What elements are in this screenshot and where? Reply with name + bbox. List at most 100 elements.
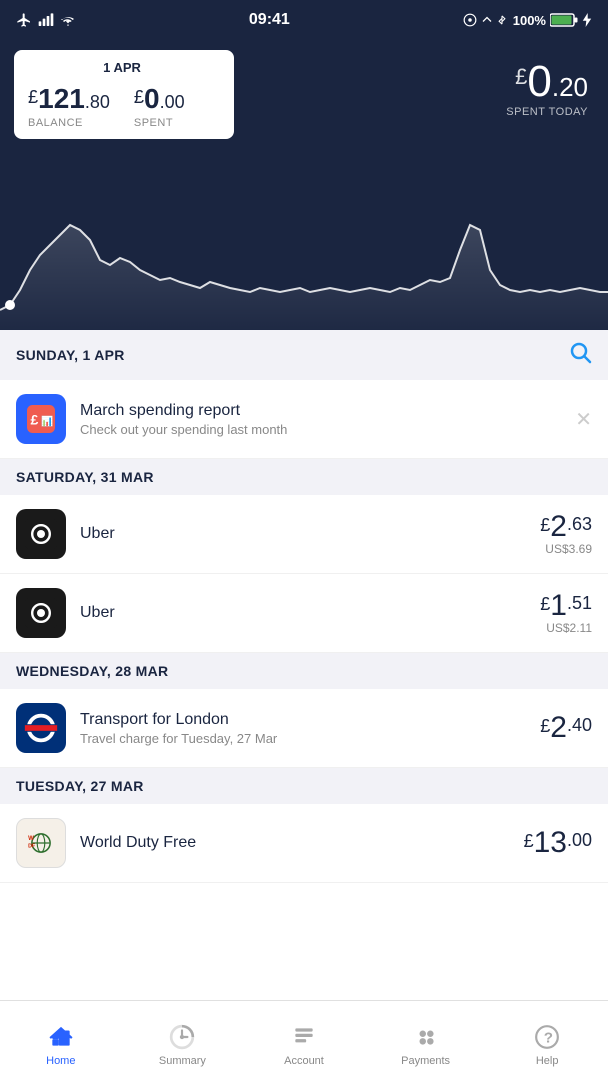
- summary-icon: [168, 1023, 196, 1051]
- summary-label: Summary: [159, 1055, 206, 1067]
- uber-2-name: Uber: [80, 604, 532, 622]
- spent-decimal: .00: [160, 92, 185, 112]
- uber-logo-2: [25, 597, 57, 629]
- svg-text:DF: DF: [28, 844, 36, 850]
- header-chart-area: 1 APR £121.80 BALANCE £0.00 SPENT £0.20 …: [0, 40, 608, 330]
- uber-icon-wrap-2: [16, 588, 66, 638]
- monzo-icon: £ 📊: [27, 405, 55, 433]
- home-label: Home: [46, 1055, 75, 1067]
- date-label-sat: SATURDAY, 31 MAR: [16, 469, 154, 485]
- payments-label: Payments: [401, 1055, 450, 1067]
- nav-item-summary[interactable]: Summary: [122, 1015, 244, 1067]
- chart-container: [0, 170, 608, 330]
- chart-dot: [5, 300, 15, 310]
- help-icon: ?: [533, 1023, 561, 1051]
- svg-text:?: ?: [544, 1029, 553, 1046]
- status-right: 100%: [463, 13, 592, 28]
- nav-item-help[interactable]: ? Help: [486, 1015, 608, 1067]
- uber-2-amount: £1.51 US$2.11: [540, 591, 592, 635]
- dismiss-button[interactable]: ✕: [575, 407, 592, 432]
- uber-logo-1: [25, 518, 57, 550]
- spending-chart: [0, 170, 608, 330]
- svg-text:📊: 📊: [41, 416, 53, 428]
- wdf-info: World Duty Free: [80, 834, 516, 852]
- wdf-logo: W DF: [22, 824, 60, 862]
- search-button[interactable]: [568, 340, 592, 370]
- nav-item-account[interactable]: Account: [243, 1015, 365, 1067]
- monzo-icon-wrap: £ 📊: [16, 394, 66, 444]
- uber-2-info: Uber: [80, 604, 532, 622]
- spent-today-decimal: .20: [552, 72, 588, 102]
- uber-1-info: Uber: [80, 525, 532, 543]
- spent-value: £0.00: [134, 83, 185, 115]
- search-icon: [568, 340, 592, 364]
- tfl-name: Transport for London: [80, 711, 532, 729]
- date-label-tue: TUESDAY, 27 MAR: [16, 778, 144, 794]
- signal-icon: [38, 12, 54, 28]
- date-header-sun-1-apr: SUNDAY, 1 APR: [0, 330, 608, 380]
- battery-icon: [550, 13, 578, 27]
- home-icon: [47, 1023, 75, 1051]
- notification-march-report[interactable]: £ 📊 March spending report Check out your…: [0, 380, 608, 459]
- spent-today-symbol: £: [515, 66, 527, 88]
- spent-block: £0.00 SPENT: [134, 83, 185, 129]
- account-label: Account: [284, 1055, 324, 1067]
- spent-today-label: SPENT TODAY: [506, 106, 588, 118]
- balance-block: £121.80 BALANCE: [28, 83, 110, 129]
- transaction-wdf[interactable]: W DF World Duty Free £13.00: [0, 804, 608, 883]
- svg-text:£: £: [31, 412, 39, 428]
- status-left: [16, 12, 76, 28]
- wdf-name: World Duty Free: [80, 834, 516, 852]
- spent-today-integer: 0: [527, 57, 551, 106]
- wifi-icon: [60, 13, 76, 27]
- uber-1-name: Uber: [80, 525, 532, 543]
- tfl-info: Transport for London Travel charge for T…: [80, 711, 532, 746]
- uber-2-sub-amount: US$2.11: [540, 621, 592, 635]
- date-header-sat-31-mar: SATURDAY, 31 MAR: [0, 459, 608, 495]
- spent-label: SPENT: [134, 117, 185, 129]
- uber-1-sub-amount: US$3.69: [540, 542, 592, 556]
- account-icon: [290, 1023, 318, 1051]
- tfl-icon-wrap: [16, 703, 66, 753]
- nav-item-payments[interactable]: Payments: [365, 1015, 487, 1067]
- notification-info: March spending report Check out your spe…: [80, 402, 575, 437]
- balance-integer: 121: [38, 83, 85, 114]
- wdf-icon-wrap: W DF: [16, 818, 66, 868]
- wdf-amount: £13.00: [524, 828, 592, 858]
- charging-icon: [582, 13, 592, 27]
- balance-value: £121.80: [28, 83, 110, 115]
- uber-icon-wrap-1: [16, 509, 66, 559]
- battery-label: 100%: [513, 13, 546, 28]
- status-time: 09:41: [249, 11, 290, 29]
- tfl-subtitle: Travel charge for Tuesday, 27 Mar: [80, 731, 532, 746]
- date-label-wed: WEDNESDAY, 28 MAR: [16, 663, 168, 679]
- bluetooth-icon: [497, 13, 507, 27]
- help-label: Help: [536, 1055, 559, 1067]
- location-icon: [463, 13, 477, 27]
- balance-date: 1 APR: [28, 60, 216, 75]
- spent-integer: 0: [144, 83, 160, 114]
- balance-label: BALANCE: [28, 117, 110, 129]
- payments-icon: [412, 1023, 440, 1051]
- transaction-uber-1[interactable]: Uber £2.63 US$3.69: [0, 495, 608, 574]
- arrow-icon: [481, 13, 493, 27]
- svg-text:W: W: [28, 835, 34, 842]
- bottom-navigation: Home Summary Account: [0, 1000, 608, 1080]
- status-bar: 09:41 100%: [0, 0, 608, 40]
- spent-today: £0.20 SPENT TODAY: [506, 60, 588, 118]
- airplane-icon: [16, 12, 32, 28]
- date-label-sun: SUNDAY, 1 APR: [16, 347, 125, 363]
- balance-decimal: .80: [85, 92, 110, 112]
- date-header-tue-27-mar: TUESDAY, 27 MAR: [0, 768, 608, 804]
- transaction-uber-2[interactable]: Uber £1.51 US$2.11: [0, 574, 608, 653]
- tfl-logo: [22, 709, 60, 747]
- notification-subtitle: Check out your spending last month: [80, 422, 575, 437]
- balance-card: 1 APR £121.80 BALANCE £0.00 SPENT: [14, 50, 234, 139]
- nav-item-home[interactable]: Home: [0, 1015, 122, 1067]
- tfl-amount: £2.40: [540, 713, 592, 743]
- uber-1-amount: £2.63 US$3.69: [540, 512, 592, 556]
- content-area[interactable]: SUNDAY, 1 APR £ 📊 March spending report …: [0, 330, 608, 1000]
- date-header-wed-28-mar: WEDNESDAY, 28 MAR: [0, 653, 608, 689]
- notification-title: March spending report: [80, 402, 575, 420]
- transaction-tfl[interactable]: Transport for London Travel charge for T…: [0, 689, 608, 768]
